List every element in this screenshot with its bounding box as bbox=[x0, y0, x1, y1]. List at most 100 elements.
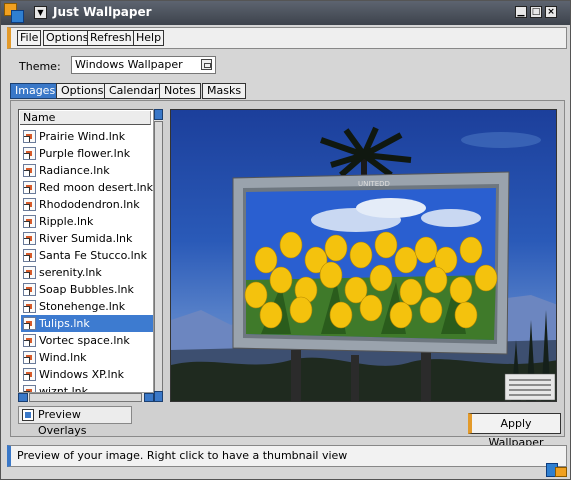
tulip-head bbox=[349, 241, 373, 269]
file-list-item[interactable]: serenity.lnk bbox=[21, 264, 153, 281]
window-menu-button[interactable]: ▼ bbox=[34, 6, 47, 19]
preview-overlays-checkbox[interactable]: Preview Overlays bbox=[18, 406, 132, 437]
menu-options[interactable]: Options bbox=[43, 30, 92, 46]
tulip-head bbox=[359, 294, 383, 322]
menu-help[interactable]: Help bbox=[133, 30, 165, 46]
file-list-item[interactable]: Windows XP.lnk bbox=[21, 366, 153, 383]
tulip-head bbox=[244, 281, 268, 309]
shortcut-file-icon bbox=[23, 232, 36, 245]
tulip-head bbox=[454, 301, 478, 329]
checkbox-icon[interactable] bbox=[22, 409, 34, 421]
tulip-head bbox=[374, 231, 398, 259]
tulip-head bbox=[329, 301, 353, 329]
resize-grip-icon[interactable] bbox=[546, 463, 568, 477]
file-list-item[interactable]: Red moon desert.lnk bbox=[21, 179, 153, 196]
horizontal-scrollbar[interactable] bbox=[18, 392, 154, 402]
tab-images[interactable]: Images bbox=[10, 83, 61, 99]
tulip-head bbox=[324, 234, 348, 262]
tulip-head bbox=[389, 301, 413, 329]
theme-select-value: Windows Wallpaper bbox=[75, 58, 183, 71]
file-list-item[interactable]: Ripple.lnk bbox=[21, 213, 153, 230]
apply-wallpaper-button[interactable]: Apply Wallpaper bbox=[468, 413, 561, 449]
file-name: Soap Bubbles.lnk bbox=[39, 283, 134, 296]
file-list-item[interactable]: Santa Fe Stucco.lnk bbox=[21, 247, 153, 264]
tulip-head bbox=[394, 246, 418, 274]
theme-label: Theme: bbox=[19, 60, 61, 73]
file-list-item[interactable]: Wind.lnk bbox=[21, 349, 153, 366]
tab-masks[interactable]: Masks bbox=[202, 83, 247, 99]
shortcut-file-icon bbox=[23, 130, 36, 143]
menu-refresh[interactable]: Refresh bbox=[87, 30, 135, 46]
file-list-item[interactable]: River Sumida.lnk bbox=[21, 230, 153, 247]
scroll-down-button[interactable] bbox=[154, 391, 163, 402]
file-list-item[interactable]: Vortec space.lnk bbox=[21, 332, 153, 349]
shortcut-file-icon bbox=[23, 198, 36, 211]
tab-notes[interactable]: Notes bbox=[159, 83, 201, 99]
shortcut-file-icon bbox=[23, 164, 36, 177]
file-name: Wind.lnk bbox=[39, 351, 87, 364]
tulip-head bbox=[319, 261, 343, 289]
shortcut-file-icon bbox=[23, 317, 36, 330]
file-list-item[interactable]: Stonehenge.lnk bbox=[21, 298, 153, 315]
horizontal-scroll-thumb[interactable] bbox=[29, 393, 142, 402]
tulip-head bbox=[419, 296, 443, 324]
tulip-head bbox=[289, 296, 313, 324]
theme-select[interactable]: Windows Wallpaper bbox=[71, 56, 216, 74]
tulip-head bbox=[369, 264, 393, 292]
title-bar[interactable]: ▼ Just Wallpaper ▁ □ × bbox=[1, 1, 570, 25]
scroll-up-button[interactable] bbox=[154, 109, 163, 120]
file-list[interactable]: Name Prairie Wind.lnk Purple flower.lnk Ra… bbox=[18, 109, 163, 402]
file-list-item[interactable]: Prairie Wind.lnk bbox=[21, 128, 153, 145]
tulip-head bbox=[279, 231, 303, 259]
file-list-item[interactable]: Rhododendron.lnk bbox=[21, 196, 153, 213]
tulip-head bbox=[459, 236, 483, 264]
scroll-left-button[interactable] bbox=[18, 393, 28, 402]
file-list-item[interactable]: Tulips.lnk bbox=[21, 315, 153, 332]
file-name: Windows XP.lnk bbox=[39, 368, 124, 381]
file-name: Vortec space.lnk bbox=[39, 334, 130, 347]
shortcut-file-icon bbox=[23, 181, 36, 194]
watermark-box bbox=[504, 373, 556, 401]
file-name: Purple flower.lnk bbox=[39, 147, 131, 160]
shortcut-file-icon bbox=[23, 147, 36, 160]
menu-file[interactable]: File bbox=[17, 30, 42, 46]
app-logo-icon bbox=[4, 3, 24, 23]
shortcut-file-icon bbox=[23, 351, 36, 364]
file-name: Ripple.lnk bbox=[39, 215, 94, 228]
shortcut-file-icon bbox=[23, 249, 36, 262]
status-bar: Preview of your image. Right click to ha… bbox=[7, 445, 567, 467]
tulip-head bbox=[449, 276, 473, 304]
status-text: Preview of your image. Right click to ha… bbox=[17, 449, 348, 462]
shortcut-file-icon bbox=[23, 334, 36, 347]
billboard-brand: UNITEDD bbox=[358, 180, 390, 188]
tulip-head bbox=[269, 266, 293, 294]
shortcut-file-icon bbox=[23, 266, 36, 279]
wallpaper-preview[interactable]: UNITEDD bbox=[170, 109, 557, 402]
shortcut-file-icon bbox=[23, 215, 36, 228]
minimize-button[interactable]: ▁ bbox=[515, 6, 527, 18]
preview-overlays-label: Preview Overlays bbox=[38, 408, 87, 437]
dropdown-icon[interactable] bbox=[201, 59, 212, 70]
menu-bar: File Options Refresh Help bbox=[7, 27, 567, 49]
shortcut-file-icon bbox=[23, 300, 36, 313]
vertical-scrollbar[interactable] bbox=[153, 109, 163, 402]
column-header-name[interactable]: Name bbox=[20, 111, 151, 125]
tulip-head bbox=[254, 246, 278, 274]
file-name: River Sumida.lnk bbox=[39, 232, 133, 245]
file-name: Prairie Wind.lnk bbox=[39, 130, 126, 143]
file-list-item[interactable]: Soap Bubbles.lnk bbox=[21, 281, 153, 298]
maximize-button[interactable]: □ bbox=[530, 6, 542, 18]
scroll-right-button[interactable] bbox=[144, 393, 154, 402]
close-button[interactable]: × bbox=[545, 6, 557, 18]
file-name: Tulips.lnk bbox=[39, 317, 90, 330]
tab-calendar[interactable]: Calendar bbox=[104, 83, 164, 99]
tulip-head bbox=[424, 266, 448, 294]
file-list-item[interactable]: Purple flower.lnk bbox=[21, 145, 153, 162]
file-list-item[interactable]: Radiance.lnk bbox=[21, 162, 153, 179]
file-list-rows: Prairie Wind.lnk Purple flower.lnk Radianc… bbox=[21, 128, 153, 400]
tab-options[interactable]: Options bbox=[56, 83, 109, 99]
file-name: Stonehenge.lnk bbox=[39, 300, 126, 313]
window-title: Just Wallpaper bbox=[53, 5, 152, 19]
scroll-thumb[interactable] bbox=[154, 121, 163, 401]
tulip-head bbox=[399, 278, 423, 306]
